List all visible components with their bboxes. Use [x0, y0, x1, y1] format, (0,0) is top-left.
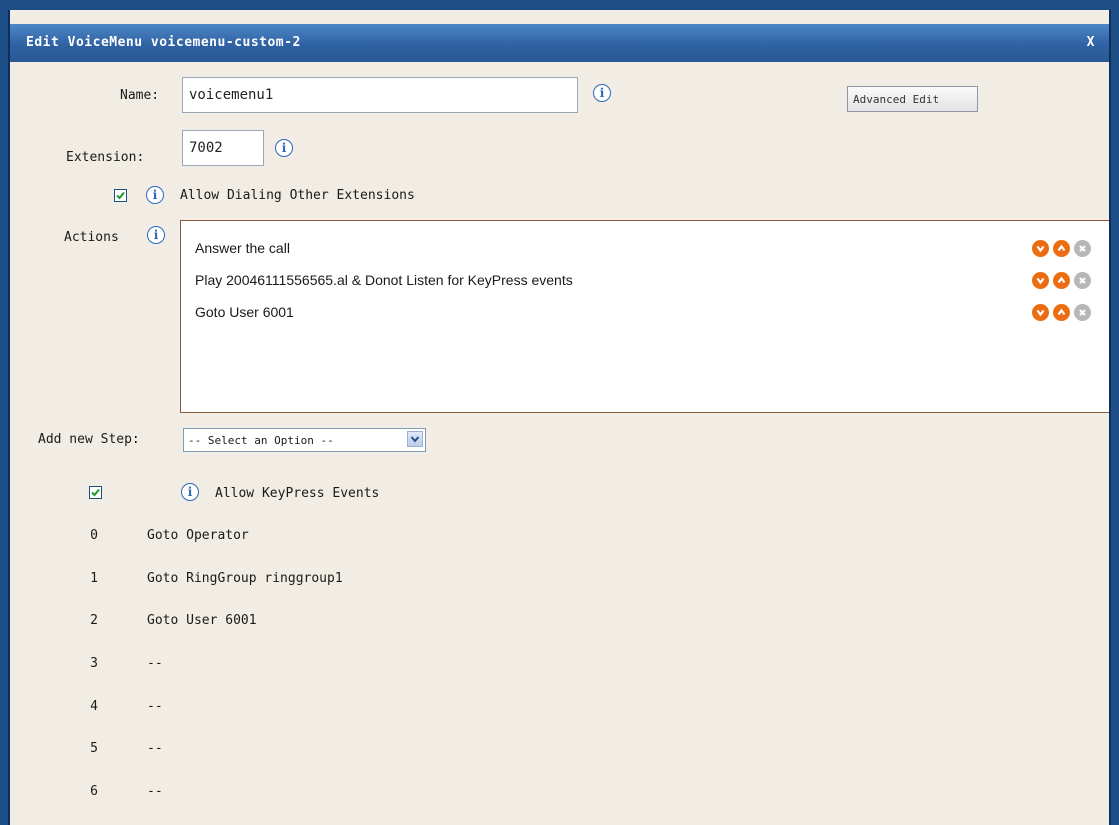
arrow-up-icon[interactable]: [1053, 303, 1070, 321]
dialog-title-bar: Edit VoiceMenu voicemenu-custom-2 X: [10, 24, 1109, 62]
allow-keypress-label: Allow KeyPress Events: [215, 486, 380, 501]
name-input-value: voicemenu1: [189, 87, 274, 103]
keypress-key: 3: [90, 656, 98, 671]
extension-label: Extension:: [66, 150, 145, 165]
info-icon[interactable]: i: [147, 226, 165, 244]
keypress-key: 0: [90, 528, 98, 543]
add-step-selected: -- Select an Option --: [188, 433, 334, 447]
keypress-key: 6: [90, 784, 98, 799]
name-label: Name:: [120, 88, 160, 103]
keypress-key: 4: [90, 699, 98, 714]
arrow-down-icon[interactable]: [1032, 239, 1049, 257]
advanced-edit-button[interactable]: Advanced Edit: [847, 86, 978, 112]
arrow-up-icon[interactable]: [1053, 239, 1070, 257]
keypress-key: 5: [90, 741, 98, 756]
name-input[interactable]: voicemenu1: [182, 77, 578, 113]
allow-dialing-checkbox[interactable]: [114, 189, 127, 202]
add-step-label: Add new Step:: [38, 432, 140, 447]
keypress-action[interactable]: --: [147, 699, 163, 714]
add-step-select[interactable]: -- Select an Option --: [183, 428, 426, 452]
keypress-action[interactable]: Goto Operator: [147, 528, 249, 543]
action-row[interactable]: Goto User 6001: [195, 301, 1091, 323]
check-icon: [116, 191, 125, 200]
arrow-down-icon[interactable]: [1032, 303, 1049, 321]
keypress-action[interactable]: --: [147, 784, 163, 799]
info-icon[interactable]: i: [146, 186, 164, 204]
keypress-key: 1: [90, 571, 98, 586]
close-circle-icon[interactable]: [1074, 271, 1091, 289]
keypress-action[interactable]: Goto RingGroup ringgroup1: [147, 571, 343, 586]
chevron-down-icon[interactable]: [407, 431, 423, 447]
keypress-action[interactable]: --: [147, 656, 163, 671]
allow-keypress-checkbox[interactable]: [89, 486, 102, 499]
action-row[interactable]: Play 20046111556565.al & Donot Listen fo…: [195, 269, 1091, 291]
edit-voicemenu-dialog: Edit VoiceMenu voicemenu-custom-2 X Name…: [8, 10, 1111, 825]
arrow-down-icon[interactable]: [1032, 271, 1049, 289]
allow-dialing-label: Allow Dialing Other Extensions: [180, 188, 415, 203]
info-icon[interactable]: i: [275, 139, 293, 157]
actions-label: Actions: [64, 230, 119, 245]
action-text: Answer the call: [195, 240, 290, 256]
extension-input-value: 7002: [189, 140, 223, 156]
info-icon[interactable]: i: [593, 84, 611, 102]
action-text: Play 20046111556565.al & Donot Listen fo…: [195, 272, 573, 288]
arrow-up-icon[interactable]: [1053, 271, 1070, 289]
top-strip: [0, 0, 1119, 10]
close-circle-icon[interactable]: [1074, 303, 1091, 321]
dialog-title: Edit VoiceMenu voicemenu-custom-2: [26, 35, 301, 50]
close-circle-icon[interactable]: [1074, 239, 1091, 257]
actions-list: Answer the call Play 20046111556565.al &…: [180, 220, 1109, 413]
keypress-action[interactable]: Goto User 6001: [147, 613, 257, 628]
close-button[interactable]: X: [1087, 35, 1095, 50]
check-icon: [91, 488, 100, 497]
keypress-key: 2: [90, 613, 98, 628]
action-text: Goto User 6001: [195, 304, 294, 320]
keypress-action[interactable]: --: [147, 741, 163, 756]
info-icon[interactable]: i: [181, 483, 199, 501]
advanced-edit-label: Advanced Edit: [853, 92, 940, 106]
extension-input[interactable]: 7002: [182, 130, 264, 166]
action-row[interactable]: Answer the call: [195, 237, 1091, 259]
